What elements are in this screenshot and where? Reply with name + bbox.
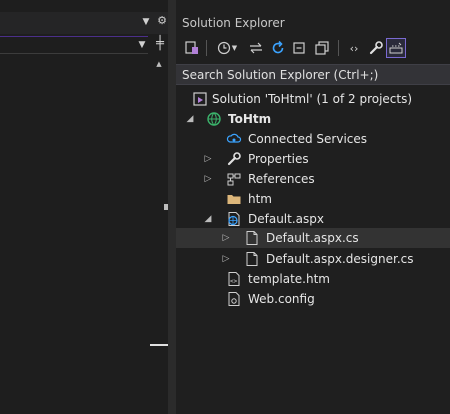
collapse-icon — [293, 42, 305, 54]
show-all-files-button[interactable] — [312, 38, 332, 58]
tree-item-default-aspx-designer-cs[interactable]: ▷ Default.aspx.designer.cs — [176, 249, 450, 269]
navigation-bar-dropdown[interactable]: ▼ — [0, 36, 148, 54]
editor-pane: ▼ ⚙ ▼ ╪ ▲ — [0, 0, 170, 414]
tree-item-properties[interactable]: ▷ Properties — [176, 149, 450, 169]
config-file-icon — [228, 292, 240, 306]
tree-item-template-htm[interactable]: <> template.htm — [176, 269, 450, 289]
solution-explorer-panel: Solution Explorer ▼ ‹› Search Solution E… — [176, 0, 450, 414]
caret-position-marker — [150, 344, 168, 346]
sync-button[interactable] — [246, 38, 266, 58]
expanded-arrow-icon[interactable]: ◢ — [202, 212, 214, 226]
tree-item-default-aspx-cs[interactable]: ▷ Default.aspx.cs — [176, 228, 450, 248]
tree-item-label: Default.aspx — [248, 212, 324, 226]
properties-button[interactable] — [366, 38, 386, 58]
tree-item-folder-htm[interactable]: htm — [176, 189, 450, 209]
panel-title: Solution Explorer — [182, 16, 285, 30]
wrench-icon — [227, 152, 241, 166]
pending-changes-filter-button[interactable]: ▼ — [212, 38, 242, 58]
show-all-files-icon — [315, 41, 329, 55]
solution-explorer-toolbar: ▼ ‹› — [176, 36, 450, 62]
tree-item-label: Web.config — [248, 292, 315, 306]
tree-item-project[interactable]: ◢ ToHtm — [176, 109, 450, 129]
tree-item-label: htm — [248, 192, 272, 206]
tree-item-connected-services[interactable]: Connected Services — [176, 129, 450, 149]
folder-icon — [227, 195, 241, 204]
split-icon[interactable]: ╪ — [153, 37, 167, 51]
pane-splitter[interactable] — [168, 0, 176, 414]
expanded-arrow-icon[interactable]: ◢ — [184, 112, 196, 126]
tree-item-label: Connected Services — [248, 132, 368, 146]
tree-item-label: Solution 'ToHtml' (1 of 2 projects) — [212, 92, 413, 106]
collapse-all-button[interactable] — [290, 38, 310, 58]
tree-item-default-aspx[interactable]: ◢ Default.aspx — [176, 209, 450, 229]
collapsed-arrow-icon[interactable]: ▷ — [202, 172, 214, 186]
chevron-down-icon[interactable]: ▼ — [140, 16, 152, 28]
connected-services-icon — [226, 133, 242, 143]
aspx-file-icon — [228, 212, 240, 226]
tree-item-label: Default.aspx.cs — [266, 231, 359, 245]
tree-item-web-config[interactable]: Web.config — [176, 289, 450, 309]
collapsed-arrow-icon[interactable]: ▷ — [220, 252, 232, 266]
preview-selected-button[interactable] — [386, 38, 406, 58]
toolbar-separator — [206, 40, 207, 56]
tree-item-label: References — [248, 172, 315, 186]
refresh-icon — [272, 40, 284, 54]
switch-views-button[interactable] — [182, 38, 202, 58]
tree-item-label: Properties — [248, 152, 309, 166]
wrench-icon — [369, 41, 383, 55]
tree-item-label: Default.aspx.designer.cs — [266, 252, 414, 266]
sync-arrows-icon — [250, 42, 262, 54]
svg-text:<>: <> — [230, 278, 238, 285]
search-input[interactable] — [182, 67, 442, 83]
view-code-button[interactable]: ‹› — [344, 38, 364, 58]
tree-item-label: ToHtm — [228, 112, 272, 126]
clock-icon — [217, 41, 230, 55]
references-icon — [227, 173, 241, 186]
collapsed-arrow-icon[interactable]: ▷ — [202, 152, 214, 166]
editor-vertical-scrollbar[interactable]: ▲ — [150, 56, 168, 414]
solution-icon — [193, 92, 207, 106]
html-file-icon: <> — [228, 272, 240, 286]
collapsed-arrow-icon[interactable]: ▷ — [220, 231, 232, 245]
preview-icon — [389, 42, 403, 54]
switch-views-icon — [185, 41, 198, 54]
solution-explorer-search[interactable] — [176, 64, 450, 85]
tree-item-label: template.htm — [248, 272, 330, 286]
code-brackets-icon: ‹› — [349, 42, 359, 55]
cs-file-icon — [246, 231, 258, 245]
chevron-down-icon: ▼ — [138, 40, 146, 50]
web-project-icon — [207, 112, 221, 126]
refresh-button[interactable] — [268, 38, 288, 58]
tree-item-references[interactable]: ▷ References — [176, 169, 450, 189]
cs-file-icon — [246, 252, 258, 266]
scroll-up-icon[interactable]: ▲ — [154, 60, 164, 68]
tree-item-solution[interactable]: Solution 'ToHtml' (1 of 2 projects) — [176, 89, 450, 109]
toolbar-separator — [338, 40, 339, 56]
gear-icon[interactable]: ⚙ — [156, 15, 168, 27]
